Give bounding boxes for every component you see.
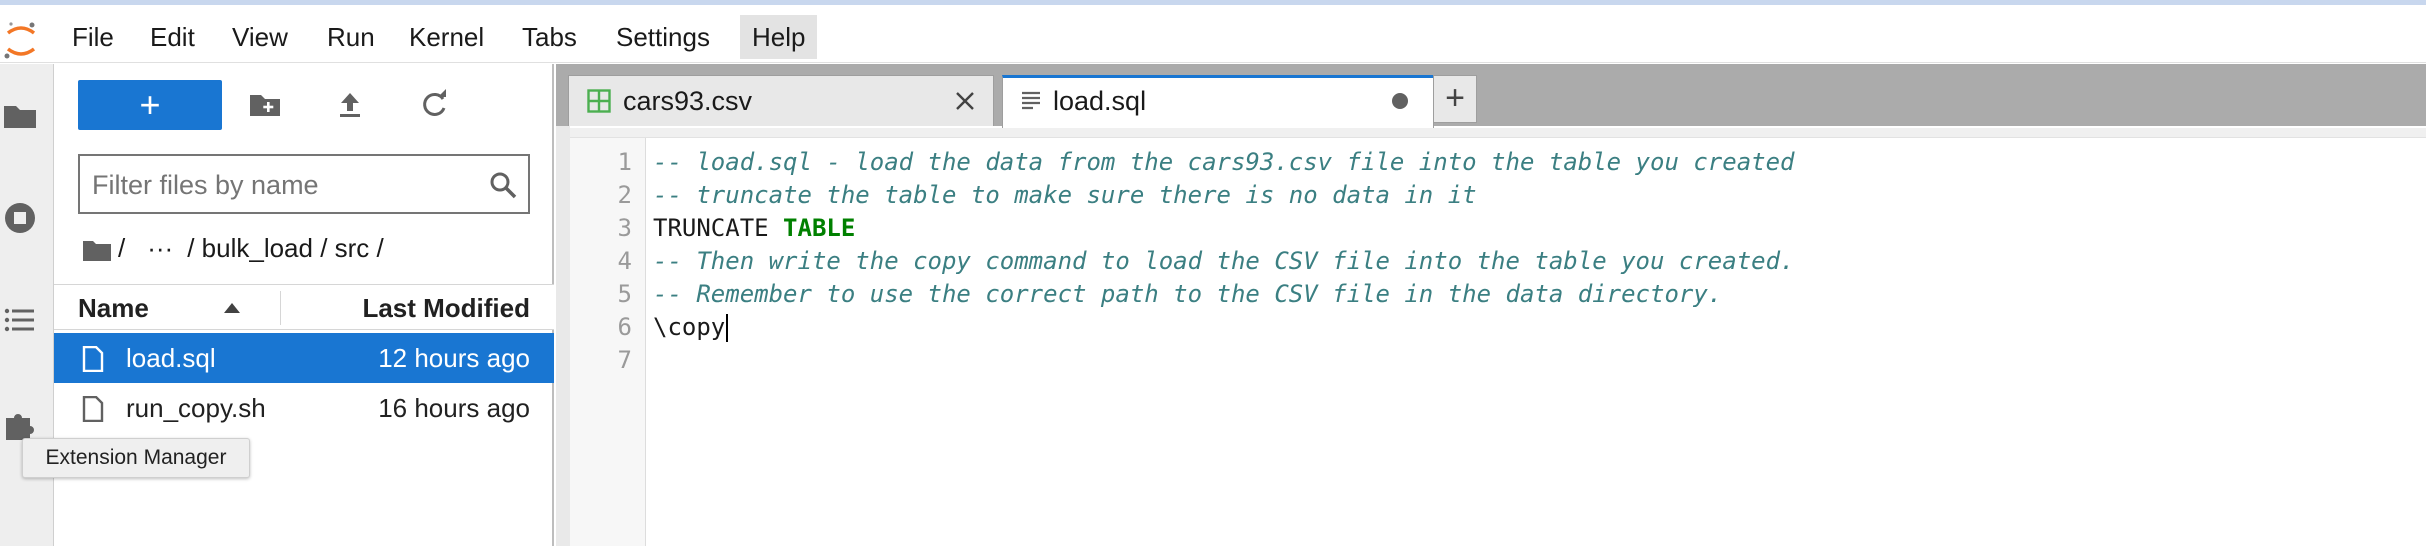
add-tab-button[interactable]: + [1433,75,1477,123]
tab-cars93-csv[interactable]: cars93.csv [568,75,994,126]
file-modified: 12 hours ago [378,343,530,373]
code-line[interactable]: TRUNCATE TABLE [653,211,855,245]
file-list-header: Name Last Modified [54,284,554,330]
tab-load-sql[interactable]: load.sql [1002,75,1434,128]
editor-top-strip [570,128,2426,138]
line-number: 2 [617,181,632,209]
menu-kernel[interactable]: Kernel [397,15,496,59]
sql-comment: -- Then write the copy command to load t… [653,247,1795,275]
file-icon [82,346,104,372]
sql-keyword: TABLE [783,214,856,242]
extension-manager-icon[interactable] [2,406,38,442]
code-line[interactable]: -- Then write the copy command to load t… [653,244,1795,278]
line-number: 6 [617,313,632,341]
home-folder-icon[interactable] [82,237,112,263]
new-folder-icon[interactable] [248,88,282,122]
file-row-load-sql[interactable]: load.sql 12 hours ago [54,333,554,383]
sql-comment: -- truncate the table to make sure there… [653,181,1477,209]
file-modified: 16 hours ago [378,393,530,423]
file-icon [82,396,104,422]
tab-label: cars93.csv [623,86,753,116]
sql-comment: -- Remember to use the correct path to t… [653,280,1723,308]
refresh-icon[interactable] [417,88,451,122]
text-file-icon [1022,91,1040,110]
line-number: 1 [617,148,632,176]
unsaved-dot-icon[interactable] [1391,92,1409,110]
new-launcher-button[interactable]: + [78,80,222,130]
jupyter-logo-icon [4,22,36,59]
menu-view[interactable]: View [220,15,300,59]
breadcrumb-root[interactable]: / [118,233,125,263]
menu-run[interactable]: Run [315,15,387,59]
code-line[interactable]: -- Remember to use the correct path to t… [653,277,1722,311]
breadcrumb-path[interactable]: / bulk_load / src / [187,233,384,263]
menubar: File Edit View Run Kernel Tabs Settings … [0,5,2426,63]
filter-files-field[interactable] [78,154,530,214]
code-line[interactable]: -- truncate the table to make sure there… [653,178,1477,212]
close-icon[interactable] [955,91,975,111]
upload-icon[interactable] [333,88,367,122]
code-line[interactable]: \copy [653,310,729,344]
editor-left-frame [556,126,570,546]
column-divider [280,291,281,325]
sql-statement: \copy [653,313,726,341]
running-sessions-icon[interactable] [2,200,38,236]
menu-settings[interactable]: Settings [604,15,722,59]
line-number: 5 [617,280,632,308]
breadcrumb: / ··· / bulk_load / src / [82,228,384,268]
sql-comment: -- load.sql - load the data from the car… [653,148,1795,176]
file-row-run-copy-sh[interactable]: run_copy.sh 16 hours ago [54,383,554,433]
search-icon [490,172,517,199]
spreadsheet-icon [587,89,611,113]
file-name: load.sql [126,343,216,373]
sql-statement: TRUNCATE [653,214,784,242]
folder-icon[interactable] [2,98,38,134]
code-line[interactable]: -- load.sql - load the data from the car… [653,145,1795,179]
text-cursor [726,314,729,342]
tab-label: load.sql [1053,86,1147,116]
line-number: 7 [617,346,632,374]
menu-file[interactable]: File [60,15,126,59]
name-column-header[interactable]: Name [78,285,149,331]
file-name: run_copy.sh [126,393,266,423]
extension-manager-tooltip: Extension Manager [22,438,250,478]
sort-ascending-icon [224,303,240,313]
menu-help[interactable]: Help [740,15,818,59]
menu-tabs[interactable]: Tabs [510,15,589,59]
line-number: 3 [617,214,632,242]
breadcrumb-ellipsis[interactable]: ··· [147,233,173,263]
menu-edit[interactable]: Edit [138,15,207,59]
table-of-contents-icon[interactable] [2,302,38,338]
last-modified-column-header[interactable]: Last Modified [362,285,530,331]
filter-files-input[interactable] [90,164,474,206]
line-number: 4 [617,247,632,275]
